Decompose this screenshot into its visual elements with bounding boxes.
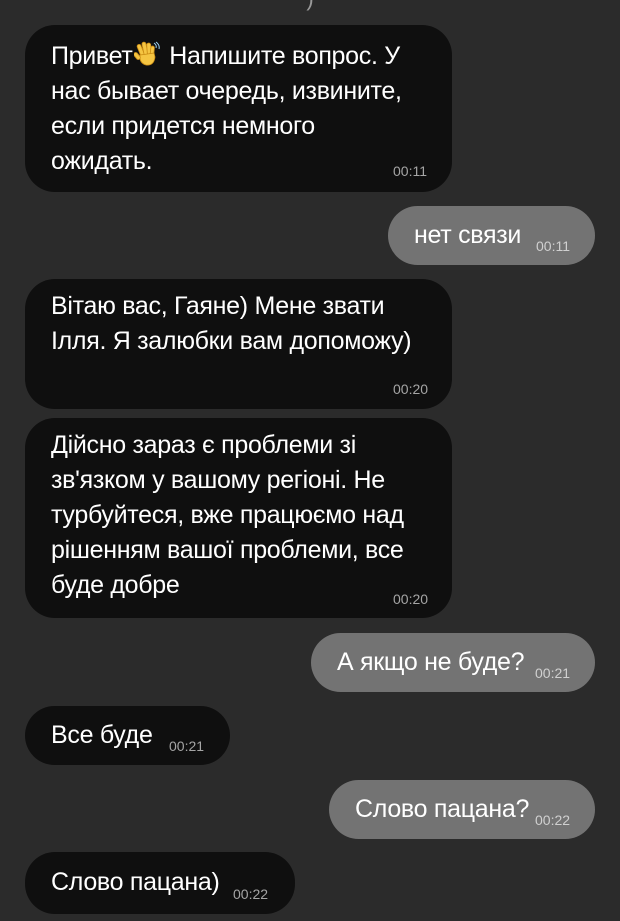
message-text: Все буде [51, 721, 153, 749]
message-bubble-incoming[interactable]: Вітаю вас, Гаяне) Мене звати Ілля. Я зал… [25, 279, 452, 409]
message-text: нет связи [414, 221, 522, 249]
message-timestamp: 00:11 [536, 238, 570, 254]
message-text: Вітаю вас, Гаяне) Мене звати Ілля. Я зал… [51, 292, 412, 355]
message-bubble-incoming[interactable]: Привет Напишите вопрос. У нас бывает оче… [25, 25, 452, 192]
message-timestamp: 00:22 [535, 812, 571, 828]
message-timestamp: 00:11 [393, 163, 427, 179]
waving-hand-icon [132, 41, 160, 67]
message-text: Слово пацана? [355, 795, 530, 823]
message-bubble-outgoing[interactable]: Слово пацана? 00:22 [329, 780, 595, 839]
message-text: Привет Напишите вопрос. У нас бывает оче… [51, 41, 402, 175]
message-bubble-outgoing[interactable]: А якщо не буде? 00:21 [311, 633, 595, 692]
message-timestamp: 00:22 [233, 886, 269, 902]
message-timestamp: 00:20 [393, 381, 429, 397]
message-text: Слово пацана) [51, 868, 220, 896]
message-timestamp: 00:21 [169, 738, 205, 754]
message-bubble-incoming[interactable]: Слово пацана) 00:22 [25, 852, 295, 914]
message-text: А якщо не буде? [337, 648, 525, 676]
message-timestamp: 00:20 [393, 591, 429, 607]
message-bubble-outgoing[interactable]: нет связи 00:11 [388, 206, 595, 265]
chat-thread[interactable]: Привет Напишите вопрос. У нас бывает оче… [0, 0, 620, 921]
message-bubble-incoming[interactable]: Дійсно зараз є проблеми зі зв'язком у ва… [25, 418, 452, 618]
message-timestamp: 00:21 [535, 665, 571, 681]
message-text: Дійсно зараз є проблеми зі зв'язком у ва… [51, 431, 404, 599]
message-bubble-incoming[interactable]: Все буде 00:21 [25, 706, 230, 765]
